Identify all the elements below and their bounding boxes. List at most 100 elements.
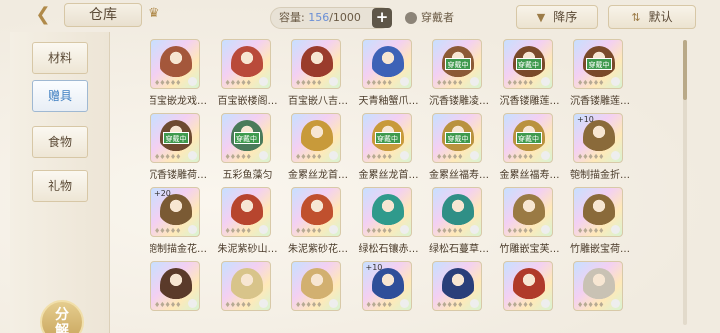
rarity-icon [258, 151, 268, 160]
item-slot[interactable]: ♦♦♦♦♦ 竹雕嵌宝芙… [500, 187, 565, 262]
item-slot[interactable]: 穿戴中 ♦♦♦♦♦ 金累丝福寿… [500, 113, 565, 188]
equipped-badge: 穿戴中 [586, 58, 612, 70]
item-slot[interactable]: ♦♦♦♦♦ [150, 261, 212, 333]
item-card[interactable]: ♦♦♦♦♦ [573, 261, 623, 311]
item-slot[interactable]: ♦♦♦♦♦ 朱泥紫砂花… [288, 187, 353, 262]
item-slot[interactable]: ♦♦♦♦♦ [220, 261, 283, 333]
item-name: 沉香镂雕莲… [570, 96, 630, 107]
item-card[interactable]: 穿戴中 ♦♦♦♦♦ [502, 39, 553, 89]
item-slot[interactable]: ♦♦♦♦♦ 百宝嵌楼阁… [218, 39, 283, 114]
rarity-icon [470, 299, 479, 308]
sort-desc-button[interactable]: ▼ 降序 [516, 5, 598, 29]
item-card[interactable]: ♦♦♦♦♦ [361, 187, 412, 237]
item-art-icon [583, 268, 615, 302]
item-slot[interactable]: ♦♦♦♦♦ 百宝嵌龙戏… [150, 39, 212, 114]
rarity-icon [258, 77, 268, 86]
sidebar-item-materials[interactable]: 材料 [32, 42, 88, 74]
item-slot[interactable]: ♦♦♦♦♦ [573, 261, 635, 333]
item-name: 沉香镂雕莲… [499, 96, 560, 107]
item-slot[interactable]: 穿戴中 ♦♦♦♦♦ 沉香镂雕莲… [570, 39, 635, 114]
wearer-toggle[interactable]: 穿戴者 [405, 10, 454, 28]
sidebar-item-accessories[interactable]: 赠具 [32, 80, 88, 112]
item-slot[interactable]: +20 ♦♦♦♦♦ 匏制描金花… [150, 187, 212, 262]
item-card[interactable]: ♦♦♦♦♦ [291, 261, 341, 311]
star-rating: ♦♦♦♦♦ [295, 227, 322, 235]
item-card[interactable]: ♦♦♦♦♦ [502, 261, 553, 311]
rarity-icon [188, 225, 197, 234]
item-slot[interactable]: ♦♦♦♦♦ 金累丝龙首… [288, 113, 353, 188]
item-card[interactable]: ♦♦♦♦♦ [220, 261, 271, 311]
sort-default-button[interactable]: ⇅ 默认 [608, 5, 696, 29]
item-art-icon [160, 46, 192, 80]
item-slot[interactable]: +10 ♦♦♦♦♦ 匏制描金折… [570, 113, 635, 188]
item-name: 百宝嵌八吉… [288, 96, 348, 107]
item-card[interactable]: +20 ♦♦♦♦♦ [150, 187, 200, 237]
item-card[interactable]: ♦♦♦♦♦ [573, 187, 623, 237]
item-slot[interactable]: 穿戴中 ♦♦♦♦♦ 五彩鱼藻匀 [220, 113, 283, 188]
item-name: 沉香镂雕凌… [429, 96, 489, 107]
item-name: 金累丝福寿… [499, 170, 560, 181]
star-rating: ♦♦♦♦♦ [154, 79, 181, 87]
item-slot[interactable]: +10 ♦♦♦♦♦ [361, 261, 424, 333]
star-rating: ♦♦♦♦♦ [295, 153, 322, 161]
item-card[interactable]: +10 ♦♦♦♦♦ [361, 261, 412, 311]
item-card[interactable]: ♦♦♦♦♦ [291, 113, 341, 163]
item-slot[interactable]: ♦♦♦♦♦ 绿松石蔓草… [429, 187, 494, 262]
item-card[interactable]: ♦♦♦♦♦ [432, 187, 482, 237]
rarity-icon [258, 299, 268, 308]
item-art-icon [583, 120, 615, 154]
item-card[interactable]: ♦♦♦♦♦ [220, 39, 271, 89]
item-slot[interactable]: 穿戴中 ♦♦♦♦♦ 沉香镂雕荷… [150, 113, 212, 188]
item-slot[interactable]: ♦♦♦♦♦ [291, 261, 353, 333]
item-slot[interactable]: ♦♦♦♦♦ 朱泥紫砂山… [218, 187, 283, 262]
item-card[interactable]: ♦♦♦♦♦ [220, 187, 271, 237]
item-card[interactable]: ♦♦♦♦♦ [502, 187, 553, 237]
item-slot[interactable]: ♦♦♦♦♦ 百宝嵌八吉… [288, 39, 353, 114]
item-card[interactable]: +10 ♦♦♦♦♦ [573, 113, 623, 163]
item-card[interactable]: 穿戴中 ♦♦♦♦♦ [220, 113, 271, 163]
item-card[interactable]: 穿戴中 ♦♦♦♦♦ [573, 39, 623, 89]
item-card[interactable]: 穿戴中 ♦♦♦♦♦ [361, 113, 412, 163]
grid-scrollbar[interactable] [683, 40, 687, 325]
equipped-badge: 穿戴中 [445, 58, 471, 70]
rarity-icon [470, 225, 479, 234]
item-art-icon [230, 268, 263, 302]
star-rating: ♦♦♦♦♦ [365, 79, 393, 87]
item-card[interactable]: 穿戴中 ♦♦♦♦♦ [150, 113, 200, 163]
item-card[interactable]: ♦♦♦♦♦ [291, 187, 341, 237]
back-arrow-icon[interactable]: ❮ [30, 4, 56, 26]
item-card[interactable]: ♦♦♦♦♦ [150, 261, 200, 311]
item-slot[interactable]: ♦♦♦♦♦ [502, 261, 565, 333]
item-slot[interactable]: ♦♦♦♦♦ 竹雕嵌宝荷… [570, 187, 635, 262]
capacity-label: 容量: [279, 11, 305, 24]
item-slot[interactable]: 穿戴中 ♦♦♦♦♦ 沉香镂雕莲… [500, 39, 565, 114]
sidebar-item-gifts[interactable]: 礼物 [32, 170, 88, 202]
item-slot[interactable]: 穿戴中 ♦♦♦♦♦ 沉香镂雕凌… [429, 39, 494, 114]
item-slot[interactable]: ♦♦♦♦♦ [432, 261, 494, 333]
item-card[interactable]: ♦♦♦♦♦ [150, 39, 200, 89]
equipped-badge: 穿戴中 [163, 132, 189, 144]
capacity-total: /1000 [329, 11, 361, 24]
item-slot[interactable]: ♦♦♦♦♦ 天青釉蟹爪… [359, 39, 424, 114]
sidebar-item-food[interactable]: 食物 [32, 126, 88, 158]
decompose-button[interactable]: 分 解 [40, 300, 84, 333]
expand-capacity-button[interactable]: + [372, 8, 392, 28]
scroll-thumb[interactable] [683, 40, 687, 100]
item-card[interactable]: ♦♦♦♦♦ [291, 39, 341, 89]
item-card[interactable]: 穿戴中 ♦♦♦♦♦ [432, 113, 482, 163]
rarity-icon [329, 77, 338, 86]
item-card[interactable]: ♦♦♦♦♦ [432, 261, 482, 311]
item-slot[interactable]: 穿戴中 ♦♦♦♦♦ 金累丝福寿… [429, 113, 494, 188]
star-rating: ♦♦♦♦♦ [154, 153, 181, 161]
star-rating: ♦♦♦♦♦ [365, 301, 393, 309]
item-card[interactable]: ♦♦♦♦♦ [361, 39, 412, 89]
item-card[interactable]: 穿戴中 ♦♦♦♦♦ [432, 39, 482, 89]
item-card[interactable]: 穿戴中 ♦♦♦♦♦ [502, 113, 553, 163]
item-slot[interactable]: 穿戴中 ♦♦♦♦♦ 金累丝龙首… [359, 113, 424, 188]
item-slot[interactable]: ♦♦♦♦♦ 绿松石镶赤… [359, 187, 424, 262]
star-rating: ♦♦♦♦♦ [436, 153, 463, 161]
star-rating: ♦♦♦♦♦ [224, 79, 252, 87]
star-rating: ♦♦♦♦♦ [577, 79, 604, 87]
item-art-icon [371, 194, 404, 228]
item-name: 朱泥紫砂山… [217, 244, 278, 255]
